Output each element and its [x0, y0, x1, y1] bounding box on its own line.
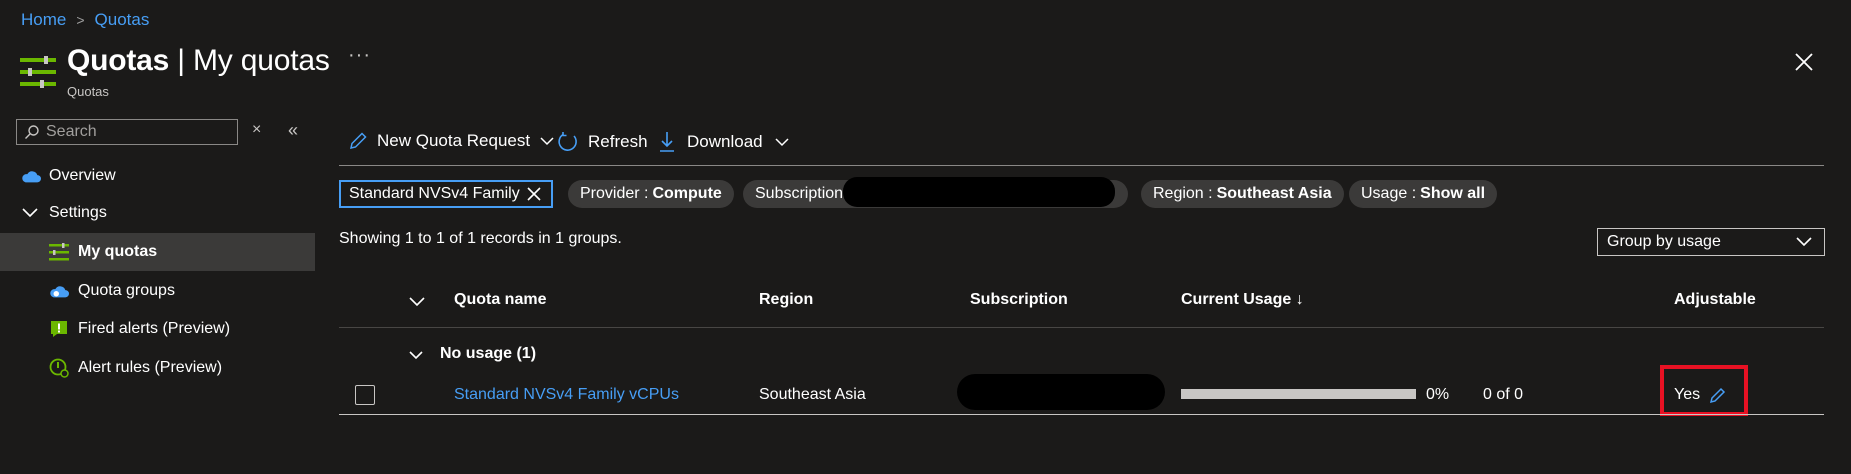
toolbar-divider	[339, 165, 1824, 166]
quota-filter-input[interactable]: Standard NVSv4 Family	[339, 180, 553, 208]
column-header-current-usage[interactable]: Current Usage ↓	[1181, 291, 1304, 309]
header-divider	[339, 327, 1824, 328]
collapse-sidebar-icon[interactable]: «	[288, 120, 298, 141]
chevron-down-icon	[540, 136, 554, 145]
breadcrumb-separator: >	[76, 12, 85, 28]
sidebar-item-settings[interactable]: Settings	[0, 194, 315, 232]
chevron-down-icon	[775, 137, 789, 146]
quota-groups-icon	[49, 281, 69, 301]
group-collapse-icon[interactable]	[409, 347, 423, 365]
expand-all-icon[interactable]	[409, 294, 425, 312]
sidebar-item-label: Settings	[49, 204, 107, 221]
row-checkbox[interactable]	[355, 385, 375, 405]
provider-filter-pill[interactable]: Provider : Compute	[568, 180, 734, 208]
page-title: Quotas | My quotas	[67, 44, 330, 77]
download-button[interactable]: Download	[659, 131, 789, 153]
clear-search-icon[interactable]: ×	[252, 121, 261, 139]
chevron-down-icon	[20, 203, 40, 223]
new-quota-request-button[interactable]: New Quota Request	[348, 131, 554, 151]
sidebar-item-label: Alert rules (Preview)	[78, 359, 223, 376]
provider-filter-label: Provider :	[580, 185, 649, 202]
sidebar-search[interactable]	[16, 119, 238, 145]
usage-progress-bar	[1181, 389, 1416, 399]
group-by-value: Group by usage	[1607, 233, 1721, 250]
column-header-quota-name[interactable]: Quota name	[454, 291, 546, 309]
usage-count: 0 of 0	[1483, 386, 1524, 403]
download-icon	[660, 132, 674, 152]
sidebar-item-label: Fired alerts (Preview)	[78, 320, 231, 337]
sidebar-item-my-quotas[interactable]: My quotas	[0, 233, 315, 271]
subscription-filter-label: Subscription	[755, 185, 844, 202]
pencil-icon	[350, 132, 367, 149]
more-options-icon[interactable]: ···	[348, 44, 371, 67]
sidebar-item-label: My quotas	[78, 243, 158, 260]
sidebar-item-label: Quota groups	[78, 282, 175, 299]
column-header-subscription[interactable]: Subscription	[970, 291, 1068, 309]
sidebar-search-input[interactable]	[44, 122, 228, 142]
quotas-icon	[49, 242, 69, 262]
page-subtitle: Quotas	[67, 84, 109, 99]
records-summary: Showing 1 to 1 of 1 records in 1 groups.	[339, 230, 622, 247]
sidebar-item-alert-rules[interactable]: Alert rules (Preview)	[0, 349, 315, 387]
group-by-dropdown[interactable]: Group by usage	[1597, 228, 1825, 256]
region-filter-label: Region :	[1153, 185, 1213, 202]
sidebar-item-label: Overview	[49, 167, 116, 184]
close-icon[interactable]	[1792, 50, 1816, 74]
sidebar-item-fired-alerts[interactable]: Fired alerts (Preview)	[0, 310, 315, 348]
filter-input-value: Standard NVSv4 Family	[349, 185, 520, 202]
breadcrumb-quotas-link[interactable]: Quotas	[95, 10, 150, 30]
refresh-button[interactable]: Refresh	[557, 131, 648, 153]
redacted-subscription	[957, 374, 1165, 410]
breadcrumb: Home > Quotas	[21, 10, 149, 30]
search-icon	[25, 125, 39, 139]
close-icon[interactable]	[527, 187, 541, 201]
alert-rules-icon	[49, 358, 69, 378]
cloud-icon	[21, 166, 41, 186]
region-filter-pill[interactable]: Region : Southeast Asia	[1141, 180, 1344, 208]
column-header-adjustable[interactable]: Adjustable	[1674, 291, 1756, 309]
provider-filter-value: Compute	[652, 185, 722, 202]
highlight-box	[1660, 365, 1748, 416]
sidebar-item-quota-groups[interactable]: Quota groups	[0, 272, 315, 310]
refresh-icon	[558, 132, 577, 151]
group-label: No usage (1)	[440, 345, 537, 362]
download-label: Download	[687, 132, 763, 151]
alert-icon	[49, 319, 69, 339]
quotas-icon	[20, 56, 56, 88]
column-header-region[interactable]: Region	[759, 291, 813, 309]
row-region: Southeast Asia	[759, 386, 866, 403]
usage-filter-value: Show all	[1420, 185, 1486, 202]
chevron-down-icon	[1796, 237, 1812, 247]
refresh-label: Refresh	[588, 132, 648, 151]
row-divider	[339, 414, 1824, 415]
breadcrumb-home-link[interactable]: Home	[21, 10, 66, 30]
usage-percent: 0%	[1426, 386, 1450, 403]
quota-name-link[interactable]: Standard NVSv4 Family vCPUs	[454, 386, 679, 404]
redacted-subscription	[843, 177, 1115, 207]
new-quota-request-label: New Quota Request	[377, 131, 531, 150]
usage-filter-label: Usage :	[1361, 185, 1417, 202]
usage-filter-pill[interactable]: Usage : Show all	[1349, 180, 1498, 208]
region-filter-value: Southeast Asia	[1216, 185, 1332, 202]
sidebar-item-overview[interactable]: Overview	[0, 157, 315, 195]
